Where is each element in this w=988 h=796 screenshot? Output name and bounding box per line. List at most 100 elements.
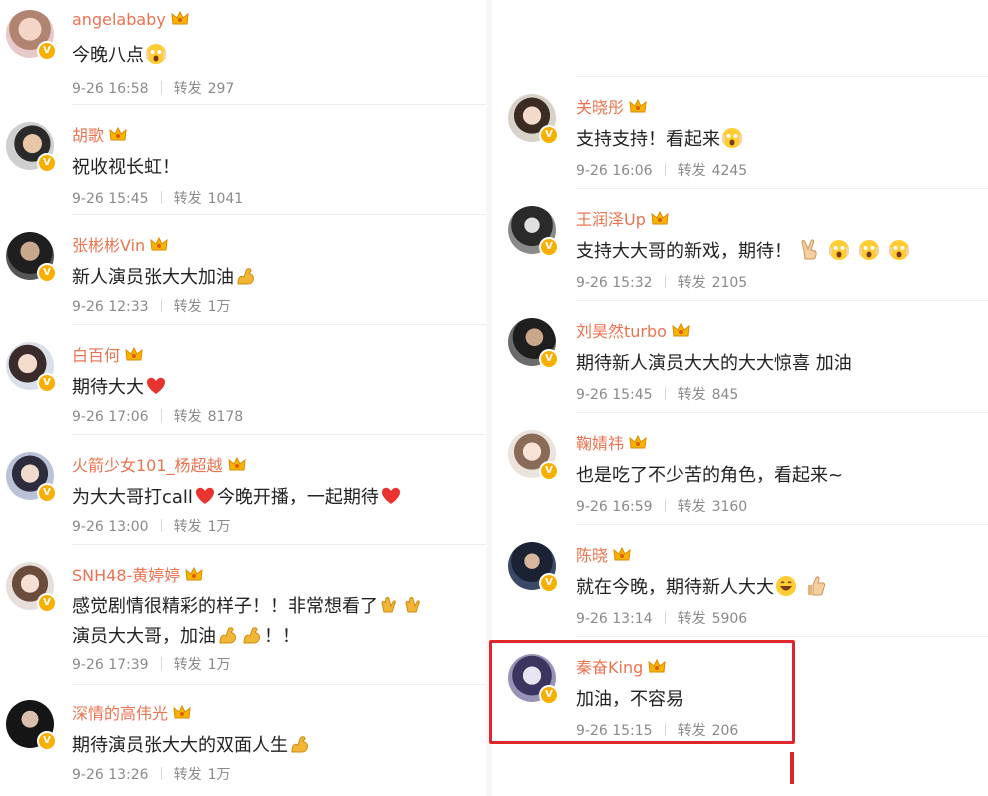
highlight-box	[489, 640, 795, 744]
repost-button[interactable]: 转发	[174, 81, 202, 97]
avatar[interactable]: V	[6, 452, 57, 503]
shocked-face-icon	[829, 240, 850, 260]
divider-line	[72, 214, 486, 215]
post-time: 9-26 13:00	[72, 519, 149, 535]
username[interactable]: 胡歌	[72, 122, 127, 146]
comment-meta: 9-26 16:58 转发 297	[72, 78, 234, 98]
comment-meta: 9-26 15:32 转发 2105	[576, 272, 747, 292]
avatar[interactable]: V	[6, 232, 57, 283]
repost-button[interactable]: 转发	[678, 499, 706, 515]
divider-line	[72, 684, 486, 685]
repost-button[interactable]: 转发	[678, 275, 706, 291]
verified-badge-icon: V	[37, 373, 57, 393]
comment-text: 今晚八点	[72, 40, 168, 72]
repost-count: 4245	[711, 163, 748, 179]
comment-text: 期待大大	[72, 372, 168, 404]
avatar[interactable]: V	[6, 122, 57, 173]
repost-button[interactable]: 转发	[174, 409, 202, 425]
verified-badge-icon: V	[37, 263, 57, 283]
comment-meta: 9-26 15:45 转发 1041	[72, 188, 243, 208]
username[interactable]: 深情的高伟光	[72, 700, 191, 724]
divider-line	[72, 104, 486, 105]
divider-line	[576, 412, 988, 413]
victory-hand-icon	[801, 239, 817, 260]
comment-text: 为大大哥打call 今晚开播，一起期待	[72, 482, 403, 514]
comment-text: 期待演员张大大的双面人生	[72, 730, 312, 762]
post-time: 9-26 15:45	[72, 191, 149, 207]
avatar[interactable]: V	[6, 10, 57, 61]
avatar[interactable]: V	[508, 94, 559, 145]
avatar[interactable]: V	[508, 206, 559, 257]
post-time: 9-26 12:33	[72, 299, 149, 315]
comment-text: 新人演员张大大加油	[72, 262, 258, 294]
username[interactable]: angelababy	[72, 10, 189, 29]
comment-item: V 张彬彬Vin 新人演员张大大加油 9-26 12:33 转发 1万	[0, 230, 486, 330]
comment-item: V 刘昊然turbo 期待新人演员大大的大大惊喜 加油 9-26 15:45 转发…	[492, 316, 988, 416]
crown-icon	[171, 11, 189, 25]
clapping-hands-icon	[381, 597, 396, 613]
username[interactable]: 张彬彬Vin	[72, 232, 168, 256]
username[interactable]: 关晓彤	[576, 94, 647, 118]
username[interactable]: 陈晓	[576, 542, 631, 566]
post-time: 9-26 15:32	[576, 275, 653, 291]
verified-badge-icon: V	[37, 41, 57, 61]
comment-meta: 9-26 13:00 转发 1万	[72, 516, 231, 536]
repost-button[interactable]: 转发	[678, 163, 706, 179]
repost-button[interactable]: 转发	[678, 387, 706, 403]
post-time: 9-26 16:59	[576, 499, 653, 515]
username[interactable]: 刘昊然turbo	[576, 318, 690, 342]
avatar[interactable]: V	[508, 430, 559, 481]
red-heart-icon	[195, 487, 214, 504]
avatar[interactable]: V	[6, 562, 57, 613]
divider-line	[576, 636, 988, 637]
avatar[interactable]: V	[508, 318, 559, 369]
comment-meta: 9-26 17:39 转发 1万	[72, 654, 231, 674]
comment-meta: 9-26 15:45 转发 845	[576, 384, 738, 404]
comment-item: V 深情的高伟光 期待演员张大大的双面人生 9-26 13:26 转发 1万	[0, 698, 486, 796]
avatar[interactable]: V	[6, 700, 57, 751]
divider-line	[576, 524, 988, 525]
username[interactable]: 鞠婧祎	[576, 430, 647, 454]
highlight-mark	[790, 752, 794, 784]
repost-button[interactable]: 转发	[174, 519, 202, 535]
repost-count: 5906	[711, 611, 748, 627]
repost-count: 8178	[207, 409, 244, 425]
comment-text: 感觉剧情很精彩的样子！！非常想看了 演员大大哥，加油！！	[72, 592, 426, 652]
clapping-hands-icon	[405, 597, 420, 613]
divider-line	[576, 188, 988, 189]
verified-badge-icon: V	[37, 731, 57, 751]
comment-meta: 9-26 16:06 转发 4245	[576, 160, 747, 180]
crown-icon	[629, 435, 647, 449]
crown-icon	[150, 237, 168, 251]
comment-item: V 鞠婧祎 也是吃了不少苦的角色，看起来~ 9-26 16:59 转发 3160	[492, 428, 988, 528]
repost-count: 1万	[207, 657, 231, 673]
repost-count: 1万	[207, 767, 231, 783]
post-time: 9-26 13:26	[72, 767, 149, 783]
repost-count: 1万	[207, 519, 231, 535]
thumbs-up-icon	[807, 576, 825, 596]
repost-button[interactable]: 转发	[174, 299, 202, 315]
verified-badge-icon: V	[539, 237, 559, 257]
crown-icon	[185, 567, 203, 581]
comment-item: V 火箭少女101_杨超越 为大大哥打call 今晚开播，一起期待 9-26 13…	[0, 450, 486, 550]
comment-item: V 白百何 期待大大 9-26 17:06 转发 8178	[0, 340, 486, 440]
avatar[interactable]: V	[6, 342, 57, 393]
divider-line	[72, 434, 486, 435]
username[interactable]: 白百何	[72, 342, 143, 366]
repost-button[interactable]: 转发	[174, 191, 202, 207]
post-time: 9-26 16:58	[72, 81, 149, 97]
username[interactable]: SNH48-黄婷婷	[72, 562, 203, 586]
comment-text: 期待新人演员大大的大大惊喜 加油	[576, 353, 852, 374]
flexed-arm-icon	[219, 627, 236, 644]
username[interactable]: 王润泽Up	[576, 206, 669, 230]
divider-line	[576, 300, 988, 301]
repost-button[interactable]: 转发	[174, 657, 202, 673]
avatar[interactable]: V	[508, 542, 559, 593]
username[interactable]: 火箭少女101_杨超越	[72, 452, 246, 476]
crown-icon	[651, 211, 669, 225]
post-time: 9-26 13:14	[576, 611, 653, 627]
verified-badge-icon: V	[37, 153, 57, 173]
comment-meta: 9-26 13:14 转发 5906	[576, 608, 747, 628]
repost-button[interactable]: 转发	[678, 611, 706, 627]
repost-button[interactable]: 转发	[174, 767, 202, 783]
